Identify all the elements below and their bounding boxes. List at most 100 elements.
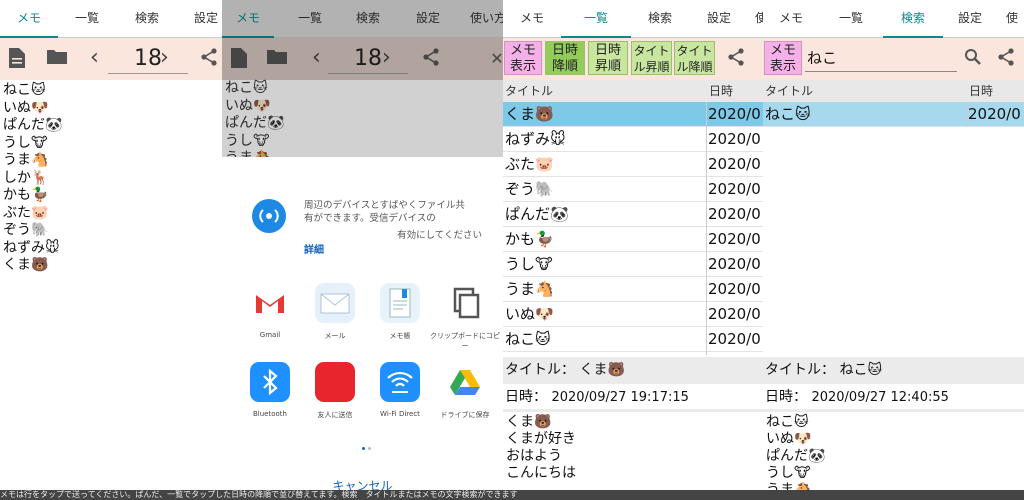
- row-title: ねこ🐱: [765, 105, 811, 123]
- wifi-direct-icon[interactable]: [380, 362, 420, 402]
- gmail-icon[interactable]: [250, 283, 290, 323]
- date-desc-button[interactable]: 日時 降順: [545, 41, 585, 75]
- search-result-row[interactable]: ねこ🐱 2020/0: [763, 102, 1024, 127]
- table-row[interactable]: うし🐮 2020/0: [503, 252, 763, 277]
- detail-date: 2020/09/27 19:17:15: [551, 390, 689, 405]
- divider: [763, 409, 1024, 412]
- detail-body[interactable]: くま🐻 くまが好き おはよう こんにちは: [506, 414, 576, 482]
- title-desc-button[interactable]: タイト ル降順: [674, 41, 715, 75]
- table-row[interactable]: ねこ🐱 2020/0: [503, 327, 763, 352]
- body-line: ぱんだ🐼: [766, 448, 826, 464]
- tab-search[interactable]: 検索: [631, 0, 689, 38]
- row-title: いぬ🐶: [505, 305, 554, 323]
- caption-bar: メモは行をタップで送ってください。ぱんだ、一覧でタップした日時の降順で並び替えて…: [0, 490, 1024, 500]
- document-icon[interactable]: [6, 48, 28, 70]
- detail-title-row: タイトル： ねこ🐱: [763, 357, 1024, 384]
- tab-settings[interactable]: 設定: [943, 0, 997, 38]
- folder-icon[interactable]: [46, 48, 68, 70]
- body-line: うし🐮: [766, 465, 811, 481]
- share-panel: メモ 一覧 検索 設定 使い方 ‹ 18 › ✕ ねこ🐱 いぬ🐶 ぱんだ🐼 うし…: [222, 0, 503, 500]
- column-divider: [966, 102, 967, 127]
- next-page-button[interactable]: ›: [160, 46, 169, 70]
- tab-usage[interactable]: 使: [749, 0, 763, 38]
- table-row[interactable]: かも🦆 2020/0: [503, 227, 763, 252]
- google-drive-icon[interactable]: [445, 362, 485, 402]
- title-asc-button[interactable]: タイト ル昇順: [631, 41, 672, 75]
- prev-page-button[interactable]: ‹: [90, 46, 99, 70]
- tab-memo[interactable]: メモ: [0, 0, 58, 38]
- memo-line: ねこ🐱: [3, 82, 46, 98]
- tab-search[interactable]: 検索: [116, 0, 178, 38]
- body-line: こんにちは: [506, 465, 576, 481]
- tab-settings[interactable]: 設定: [689, 0, 749, 38]
- tab-list[interactable]: 一覧: [561, 0, 631, 38]
- memo-line: ねずみ🐭: [3, 239, 60, 256]
- tab-settings[interactable]: 設定: [178, 0, 222, 38]
- share-icon[interactable]: [198, 48, 220, 70]
- table-row[interactable]: うま🐴 2020/0: [503, 277, 763, 302]
- app-label-drive: ドライブに保存: [440, 411, 490, 419]
- send-to-friend-icon[interactable]: [315, 362, 355, 402]
- mail-icon[interactable]: [315, 283, 355, 323]
- app-label-notepad: メモ帳: [389, 332, 411, 340]
- nearby-share-icon: [252, 199, 286, 233]
- share-icon[interactable]: [995, 48, 1017, 70]
- detail-body[interactable]: ねこ🐱 いぬ🐶 ぱんだ🐼 うし🐮 うま🐴: [766, 414, 825, 499]
- row-title: くま🐻: [505, 105, 554, 123]
- date-asc-button[interactable]: 日時 昇順: [588, 41, 628, 75]
- page-number[interactable]: 18: [108, 44, 188, 74]
- row-date: 2020/0: [708, 280, 761, 298]
- share-icon[interactable]: [725, 48, 747, 70]
- memo-line: しか🦌: [3, 169, 49, 186]
- table-row[interactable]: くま🐻 2020/0: [503, 102, 763, 127]
- button-line: 降順: [551, 59, 578, 74]
- detail-date: 2020/09/27 12:40:55: [811, 390, 949, 405]
- detail-title: ねこ🐱: [839, 362, 883, 378]
- tab-list[interactable]: 一覧: [819, 0, 883, 38]
- dim-overlay: [222, 0, 503, 157]
- col-title-header[interactable]: タイトル: [505, 80, 553, 102]
- tab-search[interactable]: 検索: [883, 0, 943, 38]
- table-row[interactable]: ぶた🐷 2020/0: [503, 152, 763, 177]
- bluetooth-icon[interactable]: [250, 362, 290, 402]
- search-panel: メモ 一覧 検索 設定 使 メモ 表示 ねこ タイトル 日時 ねこ🐱 2020/0…: [763, 0, 1024, 500]
- tab-usage[interactable]: 使: [997, 0, 1024, 38]
- col-title-header[interactable]: タイトル: [765, 80, 813, 102]
- button-line: メモ: [509, 43, 536, 58]
- memo-toolbar: ‹ 18 ›: [0, 38, 222, 80]
- memo-line: くま🐻: [3, 257, 49, 273]
- app-label-bluetooth: Bluetooth: [253, 410, 287, 418]
- search-icon[interactable]: [962, 48, 984, 70]
- col-date-header[interactable]: 日時: [709, 80, 733, 102]
- row-title: うし🐮: [505, 255, 553, 273]
- table-row[interactable]: ねずみ🐭 2020/0: [503, 127, 763, 152]
- tab-memo[interactable]: メモ: [763, 0, 819, 38]
- tab-memo[interactable]: メモ: [503, 0, 561, 38]
- page-indicator: [362, 447, 372, 451]
- detail-date-row: 日時： 2020/09/27 19:17:15: [503, 384, 763, 411]
- notepad-icon[interactable]: [380, 283, 420, 323]
- table-row[interactable]: ぱんだ🐼 2020/0: [503, 202, 763, 227]
- col-date-header[interactable]: 日時: [969, 80, 993, 102]
- memo-line: いぬ🐶: [3, 99, 49, 116]
- row-date: 2020/0: [708, 305, 761, 323]
- share-sheet: 周辺のデバイスとすばやくファイル共有ができます。受信デバイスの 有効にしてくださ…: [222, 157, 503, 500]
- button-line: メモ: [769, 43, 796, 58]
- memo-show-button[interactable]: メモ 表示: [504, 41, 542, 75]
- tab-bar: メモ 一覧 検索 設定: [0, 0, 222, 38]
- search-input[interactable]: ねこ: [805, 44, 957, 72]
- details-link[interactable]: 詳細: [304, 241, 324, 256]
- memo-text[interactable]: ねこ🐱 いぬ🐶 ぱんだ🐼 うし🐮 うま🐴 しか🦌 かも🦆 ぶた🐷 ぞう🐘 ねずみ…: [3, 82, 62, 275]
- body-line: おはよう: [506, 448, 562, 464]
- row-title: うま🐴: [505, 280, 554, 298]
- table-header: タイトル 日時: [503, 80, 763, 102]
- table-row[interactable]: ぞう🐘 2020/0: [503, 177, 763, 202]
- copy-icon[interactable]: [445, 283, 485, 323]
- tab-list[interactable]: 一覧: [58, 0, 116, 38]
- table-row[interactable]: いぬ🐶 2020/0: [503, 302, 763, 327]
- app-label-gmail: Gmail: [259, 331, 281, 339]
- button-line: ル降順: [676, 60, 713, 74]
- memo-show-button[interactable]: メモ 表示: [764, 41, 802, 75]
- detail-date-label: 日時：: [765, 389, 807, 405]
- memo-line: ぞう🐘: [3, 222, 49, 238]
